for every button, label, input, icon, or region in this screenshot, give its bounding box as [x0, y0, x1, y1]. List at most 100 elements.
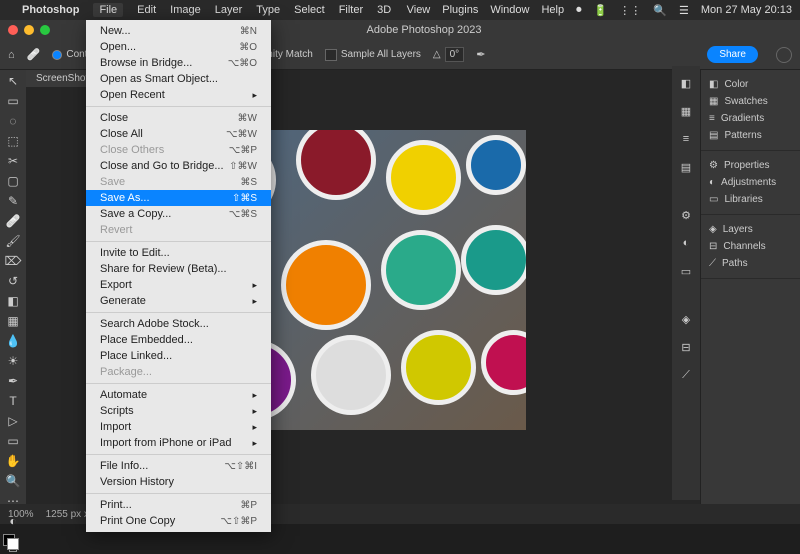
file-menu-place-embedded[interactable]: Place Embedded...	[86, 332, 271, 348]
menubar-layer[interactable]: Layer	[215, 4, 243, 16]
panel-properties[interactable]: ⚙Properties	[709, 157, 792, 174]
adjustments-panel-icon[interactable]: ◐	[677, 234, 695, 252]
lasso-tool[interactable]: ◌	[3, 114, 23, 128]
hand-tool[interactable]: ✋	[3, 454, 23, 468]
file-menu-import[interactable]: Import▸	[86, 419, 271, 435]
search-button[interactable]	[776, 47, 792, 63]
file-menu-place-linked[interactable]: Place Linked...	[86, 348, 271, 364]
file-menu-close-and-go-to-bridge[interactable]: Close and Go to Bridge...⇧⌘W	[86, 158, 271, 174]
eyedropper-tool[interactable]: ✎	[3, 194, 23, 208]
fullscreen-window-button[interactable]	[40, 25, 50, 35]
channels-panel-icon[interactable]: ⊟	[677, 338, 695, 356]
file-menu-browse-in-bridge[interactable]: Browse in Bridge...⌥⌘O	[86, 55, 271, 71]
share-button[interactable]: Share	[707, 46, 758, 63]
file-menu-close[interactable]: Close⌘W	[86, 110, 271, 126]
zoom-tool[interactable]: 🔍	[3, 474, 23, 488]
shape-tool[interactable]: ▭	[3, 434, 23, 448]
type-tool[interactable]: T	[3, 394, 23, 408]
layers-panel-icon[interactable]: ◈	[677, 310, 695, 328]
panel-libraries[interactable]: ▭Libraries	[709, 191, 792, 208]
panel-gradients[interactable]: ≡Gradients	[709, 110, 792, 127]
close-window-button[interactable]	[8, 25, 18, 35]
blur-tool[interactable]: 💧	[3, 334, 23, 348]
file-menu-file-info[interactable]: File Info...⌥⇧⌘I	[86, 458, 271, 474]
wifi-icon[interactable]: ⋮⋮	[619, 4, 641, 17]
panel-icon-strip: ◧ ▦ ≡ ▤ ⚙ ◐ ▭ ◈ ⊟ ⟋	[672, 66, 700, 500]
history-brush-tool[interactable]: ↺	[3, 274, 23, 288]
object-select-tool[interactable]: ⬚	[3, 134, 23, 148]
dodge-tool[interactable]: ☀	[3, 354, 23, 368]
sample-all-layers-checkbox[interactable]	[325, 49, 337, 61]
menubar-view[interactable]: View	[407, 4, 431, 16]
file-menu-open-recent[interactable]: Open Recent▸	[86, 87, 271, 103]
menubar-help[interactable]: Help	[541, 4, 564, 16]
file-menu-save-as[interactable]: Save As...⇧⌘S	[86, 190, 271, 206]
menu-separator	[86, 383, 271, 384]
move-tool[interactable]: ↖	[3, 74, 23, 88]
file-menu-new[interactable]: New...⌘N	[86, 23, 271, 39]
brush-tool[interactable]: 🖌	[3, 234, 23, 248]
crop-tool[interactable]: ✂	[3, 154, 23, 168]
healing-tool[interactable]: 🩹	[3, 214, 23, 228]
file-menu-print[interactable]: Print...⌘P	[86, 497, 271, 513]
pressure-icon[interactable]: ✒	[476, 48, 485, 61]
file-menu-close-all[interactable]: Close All⌥⌘W	[86, 126, 271, 142]
file-menu-import-from-iphone-or-ipad[interactable]: Import from iPhone or iPad▸	[86, 435, 271, 451]
file-menu-save-a-copy[interactable]: Save a Copy...⌥⌘S	[86, 206, 271, 222]
menubar-filter[interactable]: Filter	[339, 4, 363, 16]
menubar-window[interactable]: Window	[490, 4, 529, 16]
panel-patterns[interactable]: ▤Patterns	[709, 127, 792, 144]
menubar-type[interactable]: Type	[256, 4, 280, 16]
menubar-app-name[interactable]: Photoshop	[22, 4, 79, 16]
panel-channels[interactable]: ⊟Channels	[709, 238, 792, 255]
clone-tool[interactable]: ⌦	[3, 254, 23, 268]
tool-preset-icon[interactable]: 🩹	[27, 48, 41, 61]
menubar-file[interactable]: File	[93, 3, 123, 17]
file-menu-share-for-review-beta[interactable]: Share for Review (Beta)...	[86, 261, 271, 277]
minimize-window-button[interactable]	[24, 25, 34, 35]
file-menu-export[interactable]: Export▸	[86, 277, 271, 293]
menubar-edit[interactable]: Edit	[137, 4, 156, 16]
eraser-tool[interactable]: ◧	[3, 294, 23, 308]
angle-input[interactable]: 0°	[445, 47, 465, 62]
menubar-image[interactable]: Image	[170, 4, 201, 16]
path-tool[interactable]: ▷	[3, 414, 23, 428]
panel-adjustments[interactable]: ◐Adjustments	[709, 174, 792, 191]
file-menu-scripts[interactable]: Scripts▸	[86, 403, 271, 419]
pen-tool[interactable]: ✒	[3, 374, 23, 388]
file-menu-invite-to-edit[interactable]: Invite to Edit...	[86, 245, 271, 261]
swatches-panel-icon[interactable]: ▦	[677, 102, 695, 120]
patterns-panel-icon[interactable]: ▤	[677, 158, 695, 176]
right-panels: ◧Color ▦Swatches ≡Gradients ▤Patterns ⚙P…	[700, 70, 800, 504]
gradient-tool[interactable]: ▦	[3, 314, 23, 328]
menubar-select[interactable]: Select	[294, 4, 325, 16]
paths-panel-icon[interactable]: ⟋	[677, 366, 695, 384]
gradients-panel-icon[interactable]: ≡	[677, 130, 695, 148]
frame-tool[interactable]: ▢	[3, 174, 23, 188]
panel-swatches[interactable]: ▦Swatches	[709, 93, 792, 110]
file-menu-generate[interactable]: Generate▸	[86, 293, 271, 309]
panel-layers[interactable]: ◈Layers	[709, 221, 792, 238]
panel-paths[interactable]: ⟋Paths	[709, 255, 792, 272]
menubar-plugins[interactable]: Plugins	[442, 4, 478, 16]
menubar-datetime[interactable]: Mon 27 May 20:13	[701, 4, 792, 16]
screen-record-icon[interactable]: ⏺	[576, 4, 582, 17]
edit-toolbar[interactable]: ⋯	[3, 494, 23, 508]
file-menu-open[interactable]: Open...⌘O	[86, 39, 271, 55]
libraries-panel-icon[interactable]: ▭	[677, 262, 695, 280]
zoom-level[interactable]: 100%	[8, 509, 34, 520]
file-menu-automate[interactable]: Automate▸	[86, 387, 271, 403]
file-menu-print-one-copy[interactable]: Print One Copy⌥⇧⌘P	[86, 513, 271, 529]
color-panel-icon[interactable]: ◧	[677, 74, 695, 92]
properties-panel-icon[interactable]: ⚙	[677, 206, 695, 224]
control-center-icon[interactable]: ☰	[679, 4, 689, 17]
file-menu-open-as-smart-object[interactable]: Open as Smart Object...	[86, 71, 271, 87]
panel-color[interactable]: ◧Color	[709, 76, 792, 93]
spotlight-icon[interactable]: 🔍	[653, 4, 667, 17]
file-menu-search-adobe-stock[interactable]: Search Adobe Stock...	[86, 316, 271, 332]
marquee-tool[interactable]: ▭	[3, 94, 23, 108]
battery-icon[interactable]: 🔋	[594, 4, 608, 17]
home-icon[interactable]: ⌂	[8, 49, 15, 61]
menubar-3d[interactable]: 3D	[377, 4, 391, 16]
file-menu-version-history[interactable]: Version History	[86, 474, 271, 490]
